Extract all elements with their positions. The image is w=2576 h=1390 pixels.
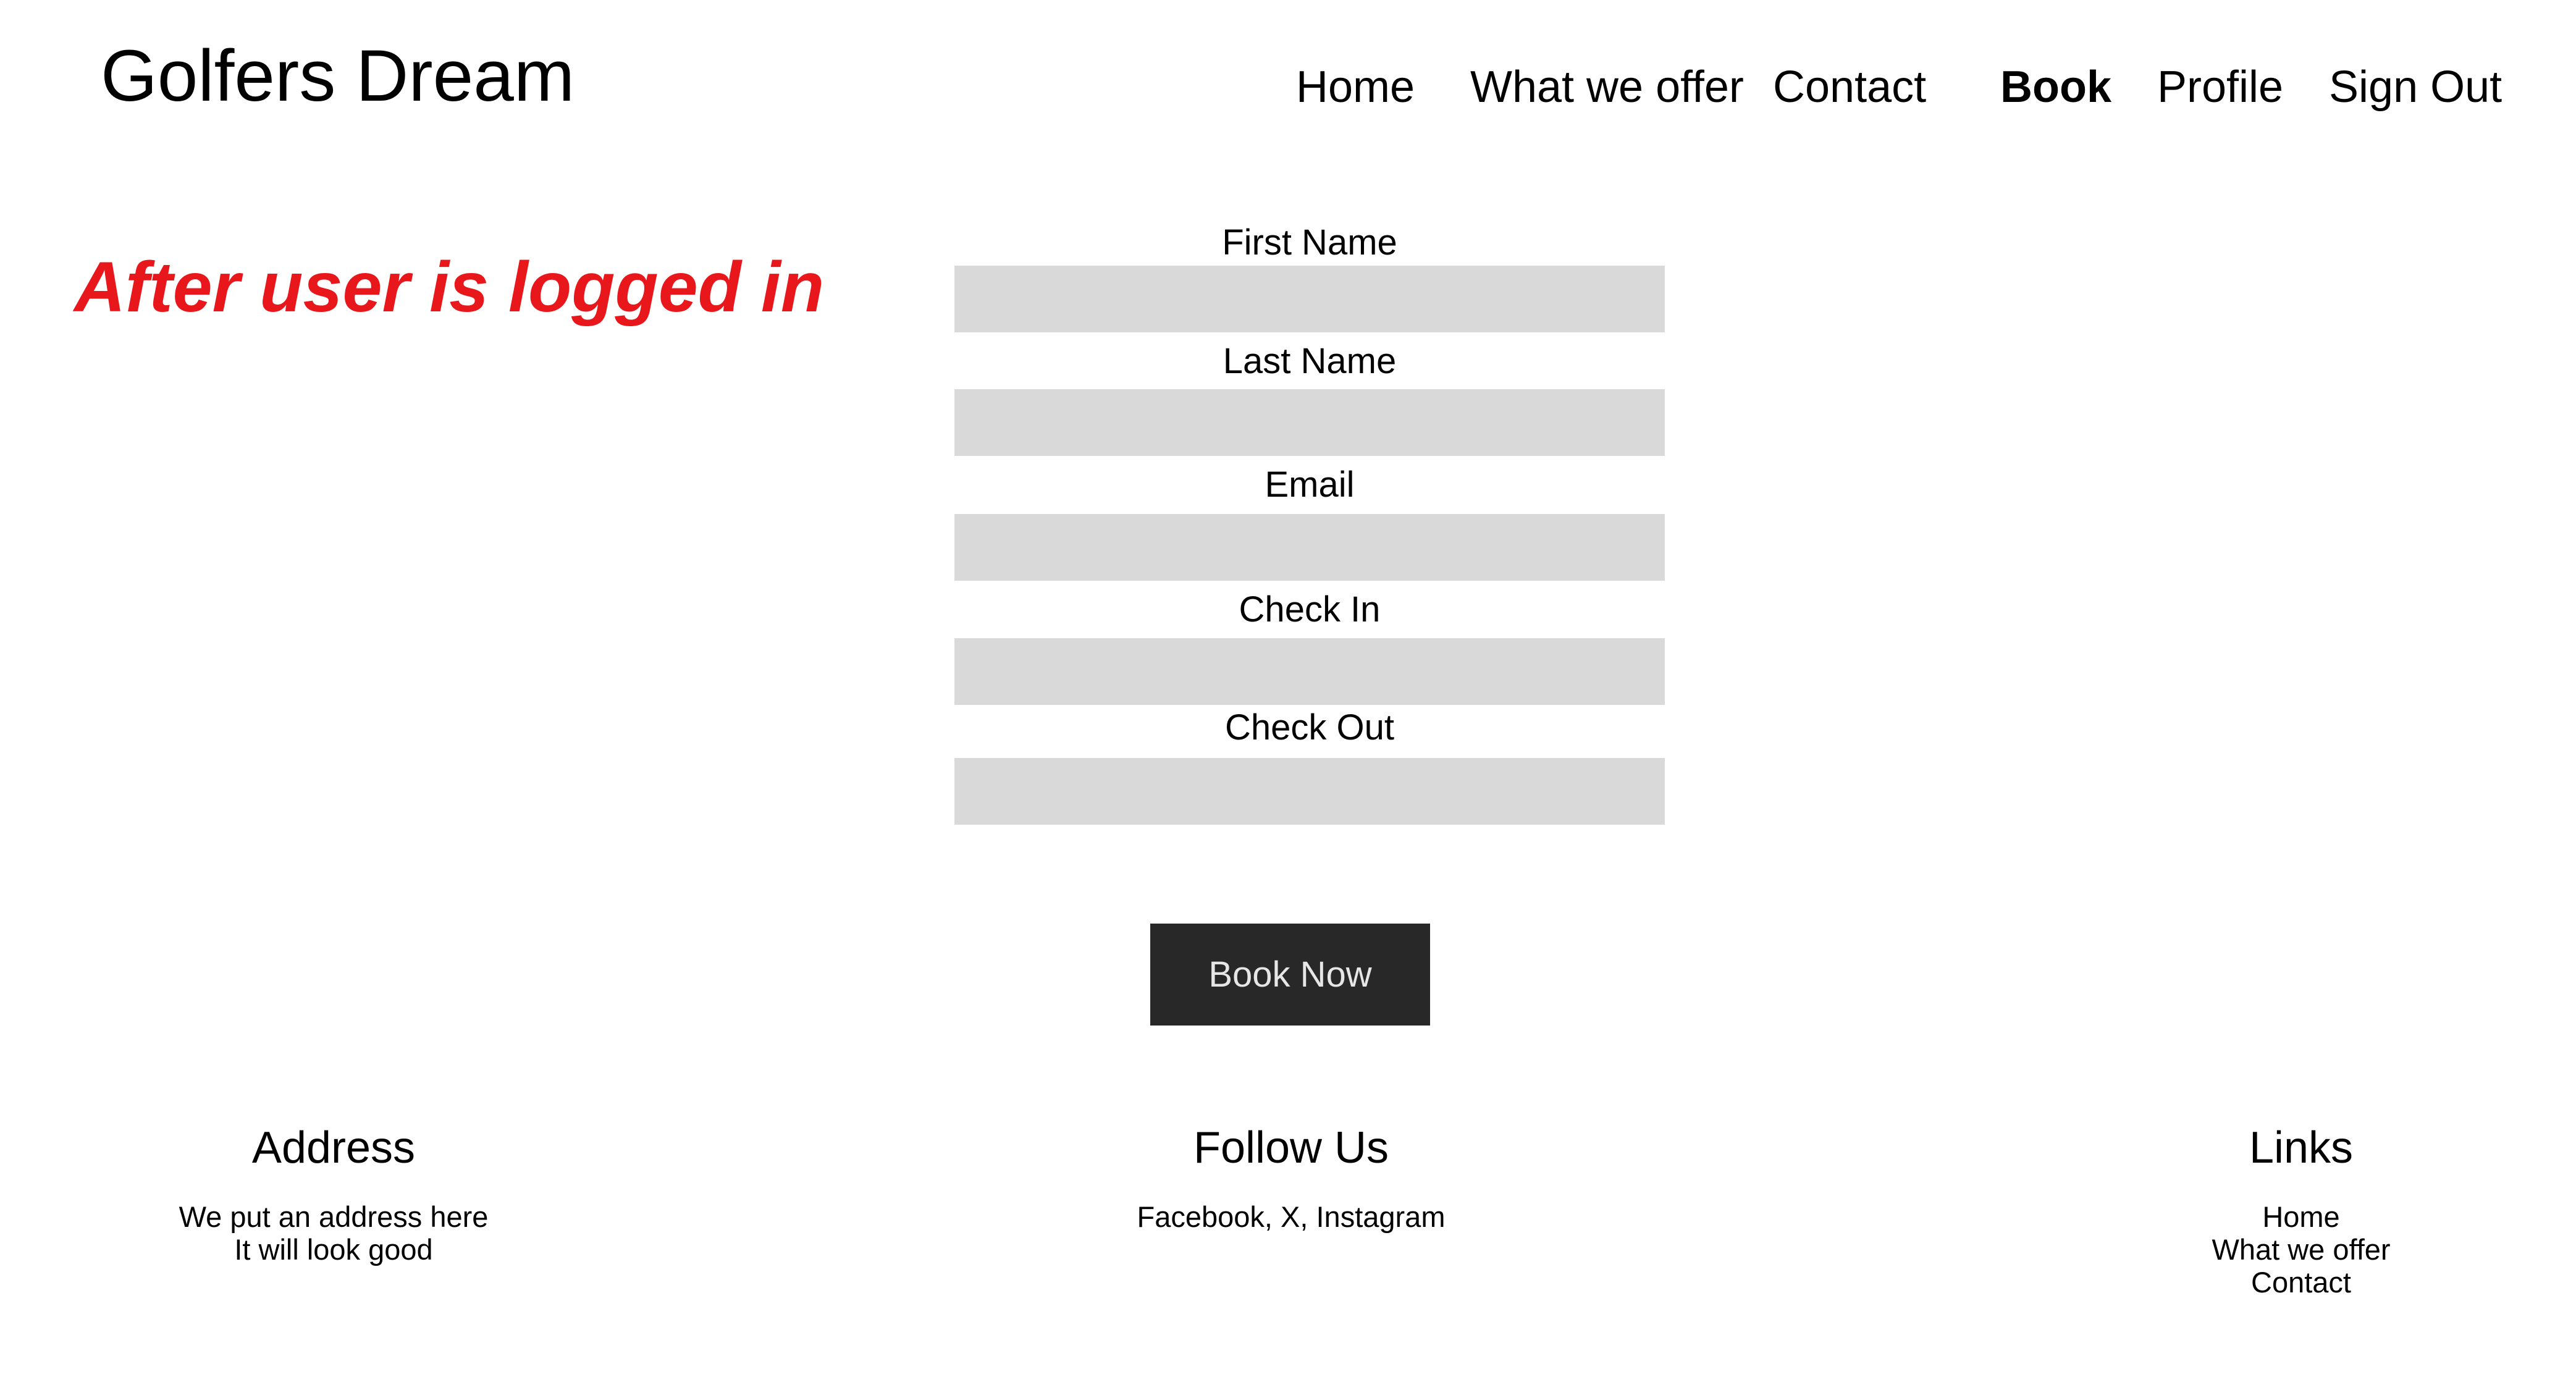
check-in-field[interactable] — [954, 638, 1665, 705]
first-name-label: First Name — [1222, 222, 1397, 263]
check-out-label: Check Out — [1225, 707, 1394, 748]
nav-contact[interactable]: Contact — [1773, 61, 1926, 114]
footer-link-what-we-offer[interactable]: What we offer — [1992, 1233, 2576, 1266]
nav-what-we-offer[interactable]: What we offer — [1470, 61, 1744, 114]
logged-in-annotation: After user is logged in — [74, 248, 825, 327]
email-label: Email — [1265, 465, 1355, 505]
email-field[interactable] — [954, 514, 1665, 581]
footer-address: Address We put an address here It will l… — [25, 1121, 642, 1266]
address-line: It will look good — [234, 1233, 433, 1266]
footer-links-heading: Links — [2249, 1123, 2354, 1173]
nav-sign-out[interactable]: Sign Out — [2329, 61, 2502, 114]
last-name-field[interactable] — [954, 389, 1665, 456]
footer-follow: Follow Us Facebook, X, Instagram — [982, 1121, 1600, 1233]
first-name-field[interactable] — [954, 266, 1665, 332]
check-in-label: Check In — [1239, 589, 1381, 630]
last-name-label: Last Name — [1223, 341, 1397, 381]
site-title: Golfers Dream — [101, 35, 575, 117]
footer-link-home[interactable]: Home — [1992, 1200, 2576, 1233]
book-now-button[interactable]: Book Now — [1150, 924, 1430, 1026]
nav-home[interactable]: Home — [1296, 61, 1415, 114]
footer-links: Links Home What we offer Contact — [1992, 1121, 2576, 1299]
footer-follow-heading: Follow Us — [1193, 1123, 1389, 1173]
footer-link-contact[interactable]: Contact — [1992, 1266, 2576, 1299]
nav-book[interactable]: Book — [2000, 61, 2111, 114]
check-out-field[interactable] — [954, 758, 1665, 825]
footer-address-heading: Address — [251, 1123, 416, 1173]
nav-profile[interactable]: Profile — [2157, 61, 2283, 114]
address-line: We put an address here — [179, 1200, 489, 1233]
social-links-text: Facebook, X, Instagram — [1137, 1200, 1446, 1233]
